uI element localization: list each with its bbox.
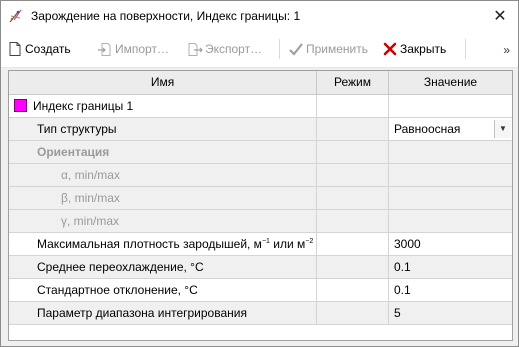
toolbar: Создать Импорт… Экспорт… Применить Закры… [1,31,518,68]
boundary-color-swatch [14,99,27,112]
value-cell [389,141,512,163]
mode-cell [317,95,389,117]
name-cell: Индекс границы 1 [9,95,317,117]
dialog-window: Зарождение на поверхности, Индекс границ… [0,0,519,347]
select-value: Равноосная [394,122,461,136]
apply-label: Применить [306,42,369,56]
value-cell [389,164,512,186]
mode-cell [317,302,389,324]
table-row[interactable]: Тип структуры Равноосная ▼ [9,118,512,141]
mode-cell [317,256,389,278]
name-cell: Максимальная плотность зародышей, м−1 ил… [9,233,317,255]
integration-range-value[interactable]: 5 [389,302,512,324]
apply-button[interactable]: Применить [288,40,368,58]
chevron-down-icon[interactable]: ▼ [494,120,511,138]
table-row[interactable]: Среднее переохлаждение, °C 0.1 [9,256,512,279]
name-cell: β, min/max [9,187,317,209]
table-row[interactable]: Стандартное отклонение, °C 0.1 [9,279,512,302]
import-button[interactable]: Импорт… [97,40,169,58]
import-icon [98,43,111,56]
property-grid: Имя Режим Значение Индекс границы 1 Тип … [8,70,513,341]
import-label: Импорт… [115,42,169,56]
checkmark-icon [289,43,303,56]
row-label: Индекс границы 1 [33,99,134,113]
std-deviation-value[interactable]: 0.1 [389,279,512,301]
table-row[interactable]: Ориентация [9,141,512,164]
toolbar-separator [279,39,280,59]
row-label: Параметр диапазона интегрирования [37,306,247,320]
mode-cell [317,210,389,232]
mode-cell [317,233,389,255]
grid-header: Имя Режим Значение [9,71,512,95]
max-density-value[interactable]: 3000 [389,233,512,255]
toolbar-separator [465,39,466,59]
mode-cell [317,118,389,140]
window-close-button[interactable]: ✕ [482,1,518,31]
export-button[interactable]: Экспорт… [187,40,262,58]
mode-cell [317,141,389,163]
name-cell: Тип структуры [9,118,317,140]
close-label: Закрыть [400,42,447,56]
name-cell: Ориентация [9,141,317,163]
export-icon [188,43,203,56]
close-icon: ✕ [493,8,507,25]
table-row[interactable]: Параметр диапазона интегрирования 5 [9,302,512,325]
column-header-mode[interactable]: Режим [317,71,389,94]
structure-type-select[interactable]: Равноосная ▼ [389,118,512,140]
row-label: Максимальная плотность зародышей, м−1 ил… [37,237,314,251]
column-header-value[interactable]: Значение [389,71,512,94]
row-label: γ, min/max [61,214,120,228]
name-cell: γ, min/max [9,210,317,232]
row-label: Среднее переохлаждение, °C [37,260,204,274]
value-cell [389,187,512,209]
row-label: Стандартное отклонение, °C [37,283,198,297]
toolbar-overflow-button[interactable]: » [503,43,510,57]
new-document-icon [9,42,21,56]
mode-cell [317,164,389,186]
row-label: Тип структуры [37,122,117,136]
mean-undercooling-value[interactable]: 0.1 [389,256,512,278]
value-cell [389,210,512,232]
table-row[interactable]: β, min/max [9,187,512,210]
close-button[interactable]: Закрыть [382,40,446,58]
table-row[interactable]: Индекс границы 1 [9,95,512,118]
mode-cell [317,279,389,301]
table-row[interactable]: γ, min/max [9,210,512,233]
row-label: β, min/max [61,191,120,205]
table-row[interactable]: Максимальная плотность зародышей, м−1 ил… [9,233,512,256]
red-x-icon [383,42,397,56]
value-cell [389,95,512,117]
create-button[interactable]: Создать [7,40,71,58]
name-cell: Среднее переохлаждение, °C [9,256,317,278]
export-label: Экспорт… [205,42,263,56]
name-cell: Параметр диапазона интегрирования [9,302,317,324]
create-label: Создать [25,42,71,56]
window-title: Зарождение на поверхности, Индекс границ… [31,9,301,23]
mode-cell [317,187,389,209]
row-label: Ориентация [37,145,110,159]
name-cell: Стандартное отклонение, °C [9,279,317,301]
nucleation-icon [9,9,22,23]
row-label: α, min/max [61,168,120,182]
column-header-name[interactable]: Имя [9,71,317,94]
title-bar: Зарождение на поверхности, Индекс границ… [1,1,518,31]
name-cell: α, min/max [9,164,317,186]
table-row[interactable]: α, min/max [9,164,512,187]
